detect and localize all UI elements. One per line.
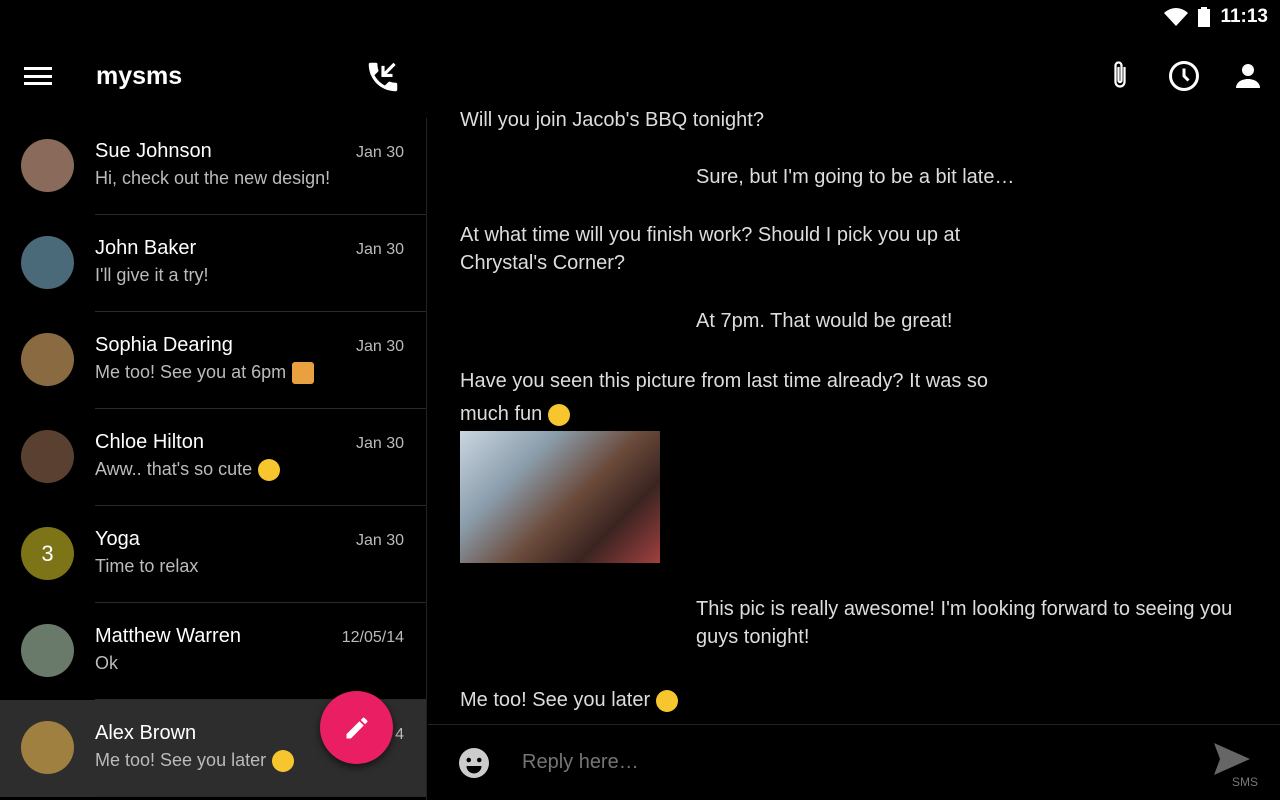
preview-text: Me too! See you at 6pm	[95, 362, 287, 382]
composer: SMS	[428, 724, 1280, 800]
preview-text: Hi, check out the new design!	[95, 168, 331, 188]
smile-emoji-icon	[258, 459, 281, 482]
avatar: 3	[21, 527, 74, 580]
shared-photo[interactable]	[460, 431, 660, 563]
call-incoming-icon[interactable]	[364, 58, 402, 96]
conversation-date: Jan 30	[355, 144, 404, 161]
reply-input[interactable]	[522, 751, 1162, 774]
battery-icon	[1198, 7, 1211, 27]
contact-name: Chloe Hilton	[95, 431, 204, 453]
contact-name: Yoga	[95, 528, 140, 550]
pizza-emoji-icon	[292, 362, 315, 385]
conversation-date: 4	[395, 726, 404, 743]
contact-icon[interactable]	[1230, 58, 1266, 94]
avatar	[21, 430, 74, 483]
conversation-date: Jan 30	[355, 435, 404, 452]
conversation-item[interactable]: 3 Yoga Jan 30 Time to relax	[0, 506, 426, 603]
conversation-date: Jan 30	[355, 241, 404, 258]
message-incoming: Me too! See you later	[460, 686, 1000, 714]
send-type-label: SMS	[1232, 775, 1259, 789]
message-thread: Will you join Jacob's BBQ tonight? Sure,…	[428, 100, 1280, 724]
contact-name: John Baker	[95, 237, 197, 259]
message-preview: Me too! See you later	[95, 750, 295, 773]
message-preview: I'll give it a try!	[95, 265, 208, 286]
message-outgoing: At 7pm. That would be great!	[696, 310, 953, 332]
contact-name: Alex Brown	[95, 722, 197, 744]
preview-text: Aww.. that's so cute	[95, 459, 253, 479]
status-bar: 11:13	[1164, 0, 1280, 34]
app-title: mysms	[96, 62, 183, 90]
conversation-date: Jan 30	[355, 338, 404, 355]
message-outgoing: Sure, but I'm going to be a bit late…	[696, 166, 1015, 188]
compose-button[interactable]	[320, 691, 393, 764]
smile-emoji-icon	[272, 750, 295, 773]
message-outgoing: This pic is really awesome! I'm looking …	[696, 598, 1233, 648]
conversation-item[interactable]: Sophia Dearing Jan 30 Me too! See you at…	[0, 312, 426, 409]
emoji-icon[interactable]	[456, 745, 492, 781]
avatar	[21, 624, 74, 677]
contact-name: Matthew Warren	[95, 625, 241, 647]
avatar	[21, 333, 74, 386]
message-text: Have you seen this picture from last tim…	[460, 370, 989, 425]
conversation-item[interactable]: Chloe Hilton Jan 30 Aww.. that's so cute	[0, 409, 426, 506]
clock: 11:13	[1220, 6, 1268, 27]
avatar	[21, 139, 74, 192]
message-preview: Ok	[95, 653, 118, 674]
message-preview: Time to relax	[95, 556, 198, 577]
grin-emoji-icon	[548, 403, 571, 426]
conversation-item[interactable]: John Baker Jan 30 I'll give it a try!	[0, 215, 426, 312]
message-incoming: At what time will you finish work? Shoul…	[460, 224, 961, 274]
menu-icon[interactable]	[24, 67, 52, 85]
message-preview: Hi, check out the new design!	[95, 168, 330, 189]
conversation-date: 12/05/14	[341, 629, 404, 646]
smile-emoji-icon	[656, 689, 679, 712]
preview-text: Me too! See you later	[95, 750, 267, 770]
wifi-icon	[1164, 8, 1189, 26]
preview-text: I'll give it a try!	[95, 265, 209, 285]
message-preview: Me too! See you at 6pm	[95, 362, 315, 385]
pencil-icon	[346, 717, 367, 738]
preview-text: Ok	[95, 653, 119, 673]
message-incoming: Will you join Jacob's BBQ tonight?	[460, 109, 764, 131]
conversation-item[interactable]: Sue Johnson Jan 30 Hi, check out the new…	[0, 118, 426, 215]
avatar	[21, 721, 74, 774]
send-icon[interactable]	[1212, 741, 1252, 777]
attach-icon[interactable]	[1102, 58, 1138, 94]
preview-text: Time to relax	[95, 556, 199, 576]
conversation-item[interactable]: Matthew Warren 12/05/14 Ok	[0, 603, 426, 700]
message-preview: Aww.. that's so cute	[95, 459, 281, 482]
schedule-icon[interactable]	[1166, 58, 1202, 94]
contact-name: Sophia Dearing	[95, 334, 233, 356]
message-incoming: Have you seen this picture from last tim…	[460, 365, 1000, 431]
divider	[95, 796, 426, 797]
avatar-initial: 3	[41, 540, 54, 566]
message-text: Me too! See you later	[460, 689, 651, 711]
contact-name: Sue Johnson	[95, 140, 212, 162]
conversation-date: Jan 30	[355, 532, 404, 549]
avatar	[21, 236, 74, 289]
